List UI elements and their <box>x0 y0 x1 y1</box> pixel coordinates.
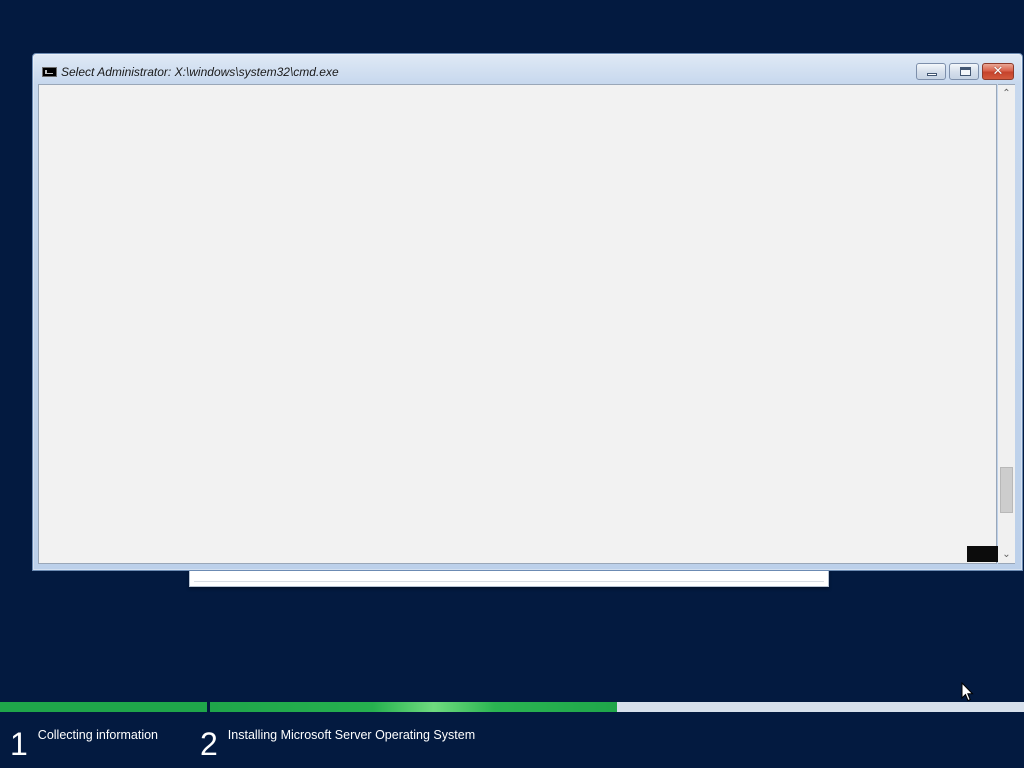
cmd-window[interactable]: Select Administrator: X:\windows\system3… <box>32 53 1023 571</box>
setup-progress-bar <box>0 702 1024 712</box>
step-label: Installing Microsoft Server Operating Sy… <box>227 728 476 742</box>
window-controls: ✕ <box>913 63 1014 81</box>
cmd-icon[interactable] <box>42 67 57 77</box>
progress-fill-collecting <box>0 702 207 712</box>
setup-dialog-bottom-edge <box>194 571 824 582</box>
scrollbar-thumb[interactable] <box>1000 467 1013 513</box>
console-cursor <box>967 546 999 562</box>
cmd-titlebar[interactable]: Select Administrator: X:\windows\system3… <box>33 54 1022 84</box>
mouse-pointer-icon <box>961 682 974 702</box>
minimize-button[interactable] <box>916 63 946 80</box>
setup-screen: Select Administrator: X:\windows\system3… <box>0 0 1024 768</box>
step-label: Collecting information <box>37 728 158 742</box>
minimize-icon <box>927 73 937 76</box>
step-number: 1 <box>10 726 28 762</box>
step-collecting-information: 1 Collecting information <box>10 726 158 762</box>
step-installing-os: 2 Installing Microsoft Server Operating … <box>200 726 475 762</box>
progress-fill-installing <box>210 702 617 712</box>
maximize-icon <box>960 67 971 76</box>
progress-segment-installing <box>210 702 1024 712</box>
console-output-area[interactable] <box>38 84 999 564</box>
step-number: 2 <box>200 726 218 762</box>
scroll-down-icon[interactable]: ⌄ <box>998 546 1015 563</box>
scroll-up-icon[interactable]: ⌃ <box>998 85 1015 102</box>
maximize-button[interactable] <box>949 63 979 80</box>
close-button[interactable]: ✕ <box>982 63 1014 80</box>
progress-segment-collecting <box>0 702 207 712</box>
vertical-scrollbar[interactable]: ⌃ ⌄ <box>998 84 1015 564</box>
window-title: Select Administrator: X:\windows\system3… <box>61 65 339 79</box>
close-icon: ✕ <box>992 64 1004 79</box>
